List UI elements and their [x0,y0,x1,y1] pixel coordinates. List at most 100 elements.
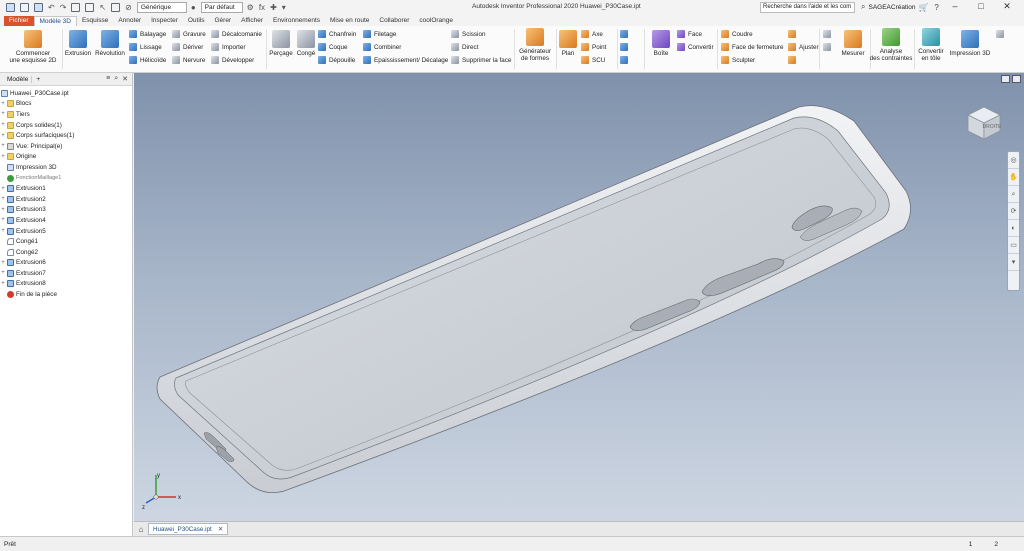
viewcube[interactable]: DROITE [962,101,1004,145]
cancel-icon[interactable]: ⊘ [125,3,132,12]
tab-afficher[interactable]: Afficher [236,16,268,26]
phone-case-model[interactable] [134,73,1024,521]
boite-button[interactable]: Boîte [648,30,674,57]
face-button[interactable]: Face [677,30,702,38]
home-icon[interactable] [71,3,81,12]
analyse-contraintes-button[interactable]: Analyse des contraintes [868,28,914,62]
add-tab-icon[interactable]: + [36,76,40,83]
tree-node[interactable]: + Corps solides(1) [0,120,132,131]
pattern-circ-button[interactable] [620,43,631,51]
developper-button[interactable]: Développer [211,56,254,64]
plus-icon[interactable]: ✚ [270,3,277,12]
epaississement-button[interactable]: Epaississement/ Décalage [363,56,448,64]
menu-icon[interactable]: ≡ [106,75,110,83]
helicoide-button[interactable]: Hélicoïde [129,56,166,64]
balayage-button[interactable]: Balayage [129,30,166,38]
combiner-button[interactable]: Combiner [363,43,401,51]
fx-button[interactable]: fx [259,3,265,12]
search-icon[interactable]: ⌕ [861,2,865,12]
revolution-button[interactable]: Révolution [94,30,126,57]
redo-icon[interactable]: ↷ [60,3,67,12]
tab-coolorange[interactable]: coolOrange [414,16,458,26]
tree-node[interactable]: + Extrusion1 [0,183,132,194]
direct-button[interactable]: Direct [451,43,478,51]
navbar-options-icon[interactable]: ▾ [1008,254,1019,271]
dropdown-icon[interactable]: ▾ [282,3,286,12]
tree-node[interactable]: + Extrusion4 [0,215,132,226]
mass-icon[interactable] [111,3,121,12]
deriver-button[interactable]: Dériver [172,43,203,51]
coudre-button[interactable]: Coudre [721,30,753,38]
analysis-button[interactable] [823,43,834,51]
tree-node[interactable]: + Extrusion6 [0,258,132,269]
tree-root[interactable]: Huawei_P30Case.ipt [0,88,132,99]
face-fermeture-button[interactable]: Face de fermeture [721,43,783,51]
tab-mise-en-route[interactable]: Mise en route [325,16,374,26]
search-icon[interactable]: ⌕ [114,75,118,83]
filetage-button[interactable]: Filetage [363,30,396,38]
ajuster-button[interactable]: Ajuster [788,43,819,51]
undo-icon[interactable]: ↶ [48,3,55,12]
cart-icon[interactable]: 🛒 [918,3,928,12]
close-icon[interactable]: ✕ [218,526,223,533]
pan-icon[interactable]: ✋ [1008,169,1019,186]
tree-node[interactable]: + Tiers [0,109,132,120]
mesurer-button[interactable]: Mesurer [838,30,868,57]
save-icon[interactable] [34,3,43,12]
tree-node[interactable]: + Blocs [0,99,132,110]
tree-node[interactable]: + Corps surfaciques(1) [0,130,132,141]
steering-wheel-icon[interactable]: ◎ [1008,152,1019,169]
update-icon[interactable] [85,3,95,12]
open-file-icon[interactable] [20,3,29,12]
tree-node[interactable]: + Extrusion3 [0,205,132,216]
select-icon[interactable]: ↖ [99,3,106,12]
browser-close-icon[interactable]: ✕ [122,75,128,83]
pattern-rect-button[interactable] [620,30,631,38]
chanfrein-button[interactable]: Chanfrein [318,30,356,38]
section-button[interactable] [823,30,834,38]
tab-outils[interactable]: Outils [183,16,210,26]
appearance-select[interactable]: Générique [136,2,187,13]
tab-inspecter[interactable]: Inspecter [146,16,183,26]
point-button[interactable]: Point [581,43,606,51]
coque-button[interactable]: Coque [318,43,348,51]
ribbon-options-button[interactable] [996,30,1007,38]
percage-button[interactable]: Perçage [268,30,294,57]
document-tab[interactable]: Huawei_P30Case.ipt ✕ [148,523,229,535]
lissage-button[interactable]: Lissage [129,43,162,51]
impression-3d-button[interactable]: Impression 3D [948,30,992,57]
tree-node[interactable]: FonctionMaillage1 [0,173,132,184]
help-icon[interactable]: ? [934,3,938,12]
graphics-viewport[interactable]: DROITE ◎ ✋ ⌕ ⟳ ◐ ▭ ▾ x y z [134,73,1024,521]
close-icon[interactable]: ✕ [994,1,1020,12]
material-select[interactable]: Par défaut [200,2,243,13]
importer-button[interactable]: Importer [211,43,245,51]
mirror-button[interactable] [620,56,631,64]
maximize-icon[interactable]: □ [968,1,994,12]
new-file-icon[interactable] [6,3,15,12]
tree-node[interactable]: Fin de la pièce [0,289,132,300]
tree-node[interactable]: + Vue: Principal(e) [0,141,132,152]
tab-modele-3d[interactable]: Modèle 3D [33,16,77,26]
tab-gerer[interactable]: Gérer [209,16,236,26]
gravure-button[interactable]: Gravure [172,30,206,38]
supprimer-face-button[interactable]: Supprimer la face [451,56,511,64]
conge-button[interactable]: Congé [295,30,317,57]
tab-fichier[interactable]: Fichier [4,16,34,26]
tree-node[interactable]: + Origine [0,152,132,163]
extrusion-button[interactable]: Extrusion [64,30,92,57]
adjust-icon[interactable]: ⚙ [247,3,254,12]
plan-button[interactable]: Plan [558,30,578,57]
tab-environnements[interactable]: Environnements [268,16,325,26]
viewport-maximize-icon[interactable] [1012,75,1021,83]
zoom-icon[interactable]: ⌕ [1008,186,1019,203]
tab-annoter[interactable]: Annoter [113,16,146,26]
convertir-tole-button[interactable]: Convertir en tôle [915,28,947,62]
tree-node[interactable]: Impression 3D [0,162,132,173]
home-icon[interactable]: ⌂ [134,525,148,534]
convertir-button[interactable]: Convertir [677,43,714,51]
tab-esquisse[interactable]: Esquisse [77,16,113,26]
tab-collaborer[interactable]: Collaborer [374,16,414,26]
view-face-icon[interactable]: ▭ [1008,237,1019,254]
scu-button[interactable]: SCU [581,56,605,64]
